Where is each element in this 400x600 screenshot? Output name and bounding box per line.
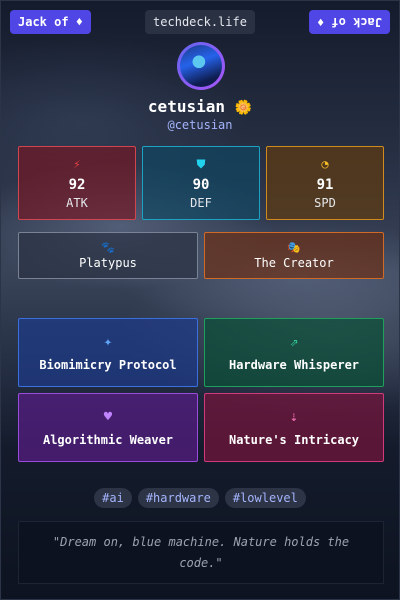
skill-label: Hardware Whisperer xyxy=(228,357,360,372)
username: cetusian xyxy=(147,97,225,116)
sort-descending-icon: ⇣ xyxy=(289,408,299,425)
trait-species[interactable]: 🐾 Platypus xyxy=(18,232,198,279)
stat-atk: ⚡ 92 ATK xyxy=(18,146,136,220)
stat-value: 92 xyxy=(68,176,86,193)
skill-label: Nature's Intricacy xyxy=(228,432,360,447)
domain-label: techdeck.life xyxy=(145,10,255,34)
skill-nature[interactable]: ⇣ Nature's Intricacy xyxy=(204,393,384,462)
profile-handle[interactable]: @cetusian xyxy=(1,118,399,132)
rank-badge-right: Jack of ♦ xyxy=(308,10,390,34)
profile-card: Jack of ♦ techdeck.life Jack of ♦ cetusi… xyxy=(0,0,400,600)
skill-algorithmic[interactable]: ♥ Algorithmic Weaver xyxy=(18,393,198,462)
gauge-icon: ◔ xyxy=(321,156,329,171)
quote-box: "Dream on, blue machine. Nature holds th… xyxy=(18,521,384,584)
avatar-image xyxy=(180,45,222,87)
skill-label: Algorithmic Weaver xyxy=(42,432,174,447)
tag-hardware[interactable]: #hardware xyxy=(137,488,219,508)
stat-value: 91 xyxy=(316,176,334,193)
trait-archetype[interactable]: 🎭 The Creator xyxy=(204,232,384,279)
paw-icon: 🐾 xyxy=(101,241,115,254)
shield-icon: ⛊ xyxy=(196,156,206,171)
tag-list: #ai #hardware #lowlevel xyxy=(1,488,399,508)
network-chart-icon: ⇗ xyxy=(289,333,299,350)
avatar[interactable] xyxy=(177,42,225,90)
flower-icon: 🌼 xyxy=(234,100,253,116)
magic-wand-icon: ✦ xyxy=(103,333,113,350)
tag-lowlevel[interactable]: #lowlevel xyxy=(224,488,306,508)
trait-label: The Creator xyxy=(254,256,334,270)
stat-label: DEF xyxy=(190,195,212,210)
tag-ai[interactable]: #ai xyxy=(94,488,132,508)
skill-hardware[interactable]: ⇗ Hardware Whisperer xyxy=(204,318,384,387)
stat-def: ⛊ 90 DEF xyxy=(142,146,260,220)
masks-icon: 🎭 xyxy=(287,241,301,254)
trait-label: Platypus xyxy=(79,256,137,270)
stat-label: ATK xyxy=(66,195,88,210)
profile-name: cetusian 🌼 xyxy=(1,97,399,116)
skill-biomimicry[interactable]: ✦ Biomimicry Protocol xyxy=(18,318,198,387)
skill-label: Biomimicry Protocol xyxy=(39,357,177,372)
heart-icon: ♥ xyxy=(103,408,113,425)
stat-spd: ◔ 91 SPD xyxy=(266,146,384,220)
lightning-icon: ⚡ xyxy=(73,156,81,171)
rank-badge-left: Jack of ♦ xyxy=(10,10,92,34)
quote-text: "Dream on, blue machine. Nature holds th… xyxy=(52,534,350,570)
stat-label: SPD xyxy=(314,195,336,210)
stat-value: 90 xyxy=(192,176,210,193)
